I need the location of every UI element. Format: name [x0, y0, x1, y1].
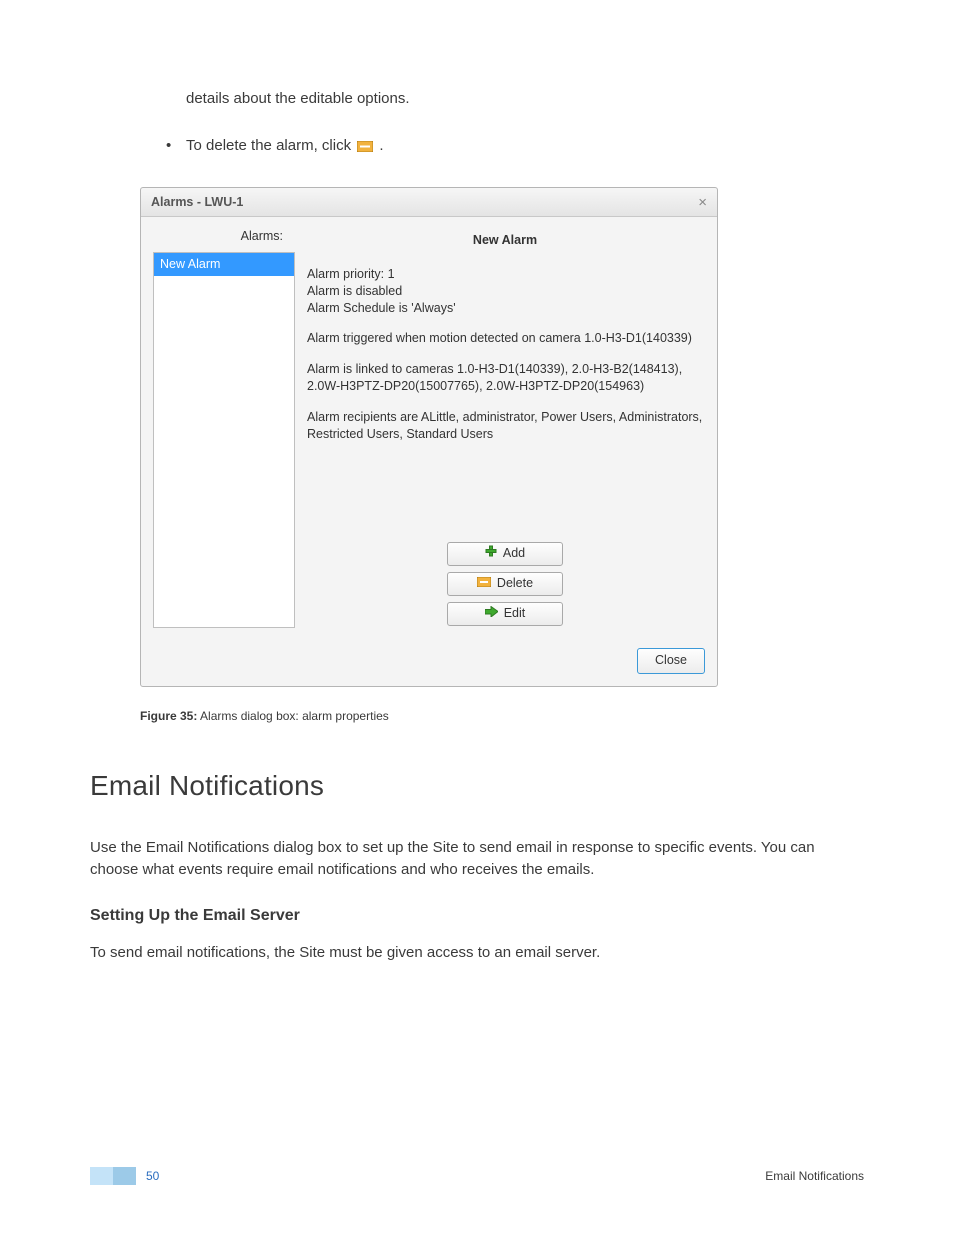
detail-line: Alarm priority: 1 [307, 267, 395, 281]
close-button[interactable]: Close [637, 648, 705, 674]
figure-caption: Figure 35: Alarms dialog box: alarm prop… [140, 707, 864, 725]
detail-line: Alarm is linked to cameras 1.0-H3-D1(140… [307, 361, 703, 395]
delete-button-label: Delete [497, 574, 533, 593]
intro-text: details about the editable options. [186, 88, 864, 111]
edit-button[interactable]: Edit [447, 602, 563, 626]
subsection-paragraph: To send email notifications, the Site mu… [90, 942, 864, 965]
close-button-label: Close [655, 651, 687, 670]
alarms-dialog-figure: Alarms - LWU-1 × Alarms: New Alarm New A… [140, 187, 716, 687]
alarms-listbox[interactable]: New Alarm [153, 252, 295, 628]
bullet-delete-alarm: To delete the alarm, click . [160, 135, 864, 160]
footer-section-name: Email Notifications [765, 1167, 864, 1185]
delete-icon [477, 574, 491, 593]
section-heading: Email Notifications [90, 765, 864, 807]
list-item[interactable]: New Alarm [154, 253, 294, 276]
bullet-text-suffix: . [379, 137, 383, 154]
delete-icon [357, 137, 373, 160]
detail-line: Alarm triggered when motion detected on … [307, 330, 703, 347]
detail-line: Alarm recipients are ALittle, administra… [307, 409, 703, 443]
page-footer: 50 Email Notifications [90, 1167, 864, 1185]
add-button-label: Add [503, 544, 525, 563]
figure-caption-text: Alarms dialog box: alarm properties [197, 709, 388, 723]
close-icon[interactable]: × [698, 195, 707, 210]
page-number: 50 [146, 1167, 159, 1185]
section-paragraph: Use the Email Notifications dialog box t… [90, 837, 864, 882]
subsection-heading: Setting Up the Email Server [90, 904, 864, 928]
alarms-label: Alarms: [153, 227, 295, 246]
detail-line: Alarm is disabled [307, 284, 402, 298]
bullet-list: To delete the alarm, click . [160, 135, 864, 160]
detail-title: New Alarm [307, 231, 703, 250]
footer-mark [90, 1167, 136, 1185]
detail-body: Alarm priority: 1 Alarm is disabled Alar… [307, 266, 703, 457]
delete-button[interactable]: Delete [447, 572, 563, 596]
alarms-dialog: Alarms - LWU-1 × Alarms: New Alarm New A… [140, 187, 718, 687]
plus-icon [485, 544, 497, 563]
arrow-right-icon [485, 604, 498, 623]
dialog-title: Alarms - LWU-1 [151, 193, 243, 212]
bullet-text-prefix: To delete the alarm, click [186, 137, 355, 154]
dialog-titlebar: Alarms - LWU-1 × [141, 188, 717, 217]
detail-line: Alarm Schedule is 'Always' [307, 301, 456, 315]
figure-caption-bold: Figure 35: [140, 709, 197, 723]
add-button[interactable]: Add [447, 542, 563, 566]
edit-button-label: Edit [504, 604, 526, 623]
